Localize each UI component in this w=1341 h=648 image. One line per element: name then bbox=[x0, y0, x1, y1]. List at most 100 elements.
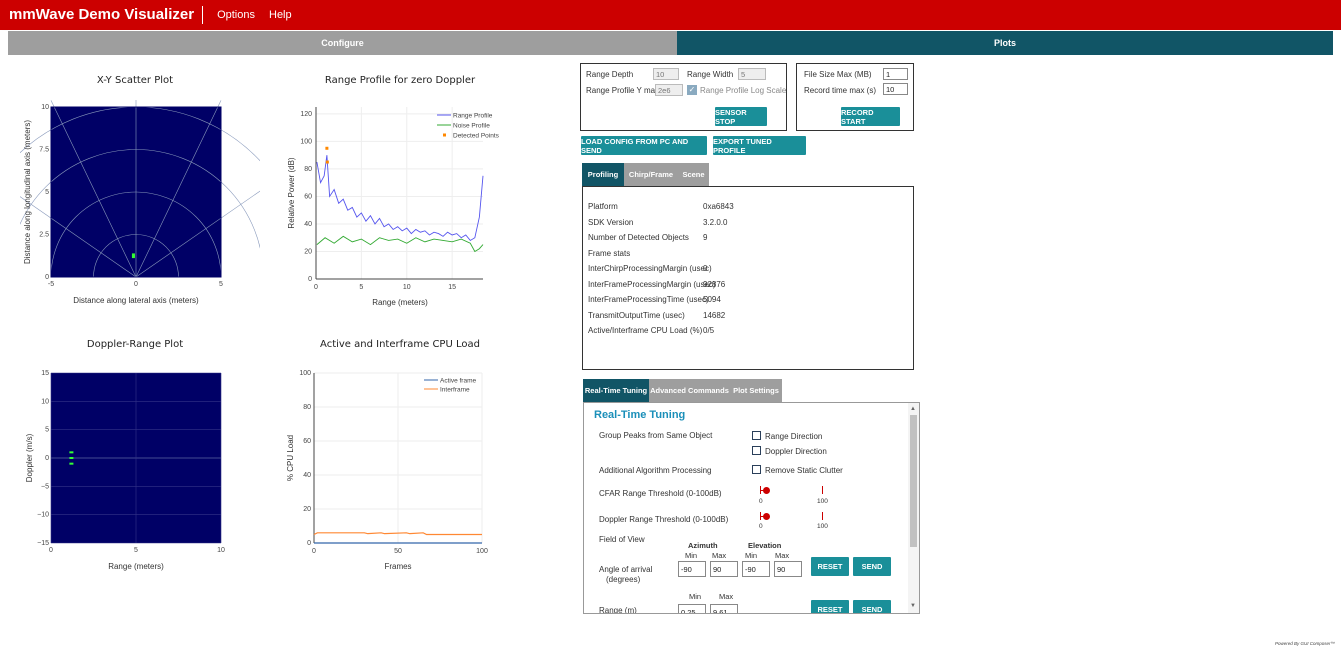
el-max-label: Max bbox=[775, 551, 790, 560]
fov-label: Field of View bbox=[599, 535, 645, 544]
profiling-row-value: 5094 bbox=[703, 295, 721, 304]
doppler-threshold-label: Doppler Range Threshold (0-100dB) bbox=[599, 515, 729, 524]
file-size-label: File Size Max (MB) bbox=[804, 70, 872, 79]
range-send-button[interactable]: SEND bbox=[853, 600, 891, 613]
log-scale-checkbox[interactable]: ✓ bbox=[687, 85, 697, 95]
el-max-input[interactable]: 90 bbox=[774, 561, 802, 577]
xy-y-tick: 2.5 bbox=[39, 232, 49, 239]
range-profile-ymax-input[interactable]: 2e6 bbox=[655, 84, 683, 96]
rp-y-tick: 20 bbox=[304, 248, 312, 255]
cpu-y-tick: 20 bbox=[303, 506, 311, 513]
remove-clutter-checkbox[interactable] bbox=[752, 465, 761, 474]
menu-help[interactable]: Help bbox=[269, 9, 292, 21]
range-max-input[interactable]: 9.61 bbox=[710, 604, 738, 613]
scroll-thumb[interactable] bbox=[910, 415, 917, 547]
range-max-label: Max bbox=[719, 592, 734, 601]
footer-credit: Powered By GUI Composer™ bbox=[1274, 641, 1335, 646]
tab-plots[interactable]: Plots bbox=[677, 31, 1333, 55]
cfar-slider[interactable] bbox=[760, 486, 823, 499]
cpu-y-tick: 60 bbox=[303, 438, 311, 445]
xy-y-tick: 7.5 bbox=[39, 147, 49, 154]
sensor-stop-button[interactable]: SENSOR STOP bbox=[715, 107, 767, 126]
cpu-y-tick: 100 bbox=[299, 370, 311, 377]
export-profile-button[interactable]: EXPORT TUNED PROFILE bbox=[713, 136, 806, 155]
tuning-heading: Real-Time Tuning bbox=[594, 409, 686, 421]
tab-real-time-tuning[interactable]: Real-Time Tuning bbox=[583, 379, 649, 402]
cpu-y-tick: 40 bbox=[303, 472, 311, 479]
rp-legend-label: Detected Points bbox=[453, 133, 500, 140]
xy-scatter-plot: -5 0 502.557.510 Distance along lateral ax… bbox=[20, 100, 260, 305]
range-reset-button[interactable]: RESET bbox=[811, 600, 849, 613]
rp-x-tick: 15 bbox=[448, 284, 456, 291]
dr-y-tick: −5 bbox=[41, 483, 49, 490]
top-bar: mmWave Demo Visualizer Options Help bbox=[0, 0, 1341, 30]
profiling-row-value: 92876 bbox=[703, 279, 726, 289]
angle-label-1: Angle of arrival bbox=[599, 565, 653, 574]
scroll-down-icon[interactable]: ▼ bbox=[910, 603, 916, 609]
angle-label-2: (degrees) bbox=[606, 575, 641, 584]
xy-y-tick: 5 bbox=[45, 189, 49, 196]
el-min-input[interactable]: -90 bbox=[742, 561, 770, 577]
dr-y-tick: 15 bbox=[41, 370, 49, 377]
elevation-label: Elevation bbox=[748, 541, 782, 550]
range-depth-label: Range Depth bbox=[586, 70, 634, 79]
profiling-row-label: InterFrameProcessingTime (usec) bbox=[588, 295, 709, 304]
range-direction-label: Range Direction bbox=[765, 432, 823, 441]
profiling-row-value: 14682 bbox=[703, 310, 726, 320]
record-time-input[interactable]: 10 bbox=[883, 83, 908, 95]
rp-x-tick: 10 bbox=[403, 284, 411, 291]
app-title: mmWave Demo Visualizer bbox=[0, 6, 204, 24]
rp-ylabel: Relative Power (dB) bbox=[287, 157, 296, 228]
cpu-y-tick: 0 bbox=[307, 540, 311, 547]
doppler-direction-label: Doppler Direction bbox=[765, 447, 827, 456]
range-profile-title: Range Profile for zero Doppler bbox=[324, 75, 476, 86]
doppler-slider[interactable] bbox=[760, 512, 823, 525]
az-max-label: Max bbox=[712, 551, 727, 560]
main-tabs: Configure Plots bbox=[8, 31, 1333, 55]
rp-xlabel: Range (meters) bbox=[372, 298, 428, 307]
az-min-label: Min bbox=[685, 551, 698, 560]
tab-profiling[interactable]: Profiling bbox=[582, 163, 624, 186]
range-min-input[interactable]: 0.25 bbox=[678, 604, 706, 613]
file-size-input[interactable]: 1 bbox=[883, 68, 908, 80]
range-profile-plot: 0 20 40 60 80 100 120 0 5 10 15 Range Profile Noise… bbox=[287, 107, 500, 307]
dr-x-tick: 0 bbox=[49, 547, 53, 554]
profiling-row-value: 0/5 bbox=[703, 326, 715, 335]
rp-detected-point bbox=[325, 146, 329, 150]
record-start-button[interactable]: RECORD START bbox=[841, 107, 900, 126]
tuning-scrollbar[interactable]: ▲ ▼ bbox=[908, 403, 919, 613]
rp-detected-point bbox=[325, 160, 329, 164]
dr-xlabel: Range (meters) bbox=[108, 562, 164, 571]
cfar-max-label: 100 bbox=[817, 498, 828, 505]
tab-chirp-frame[interactable]: Chirp/Frame bbox=[624, 163, 678, 186]
dr-y-tick: −15 bbox=[37, 540, 49, 547]
range-depth-input[interactable]: 10 bbox=[653, 68, 679, 80]
cpu-x-tick: 100 bbox=[476, 548, 488, 555]
angle-send-button[interactable]: SEND bbox=[853, 557, 891, 576]
profiling-panel: Platform 0xa6843 SDK Version 3.2.0.0 Number … bbox=[582, 186, 914, 370]
rp-y-tick: 0 bbox=[308, 276, 312, 283]
range-width-input[interactable]: 5 bbox=[738, 68, 766, 80]
range-direction-checkbox[interactable] bbox=[752, 431, 761, 440]
tab-configure[interactable]: Configure bbox=[8, 31, 677, 55]
doppler-direction-checkbox[interactable] bbox=[752, 446, 761, 455]
tab-advanced-commands[interactable]: Advanced Commands bbox=[649, 379, 730, 402]
rp-y-tick: 80 bbox=[304, 166, 312, 173]
profiling-row-label: Number of Detected Objects bbox=[588, 233, 689, 242]
az-min-input[interactable]: -90 bbox=[678, 561, 706, 577]
load-config-button[interactable]: LOAD CONFIG FROM PC AND SEND bbox=[581, 136, 707, 155]
profiling-row-value: 0 bbox=[703, 264, 708, 273]
az-max-input[interactable]: 90 bbox=[710, 561, 738, 577]
record-panel: File Size Max (MB) 1 Record time max (s)… bbox=[796, 63, 914, 131]
angle-reset-button[interactable]: RESET bbox=[811, 557, 849, 576]
profiling-row-label: InterChirpProcessingMargin (usec) bbox=[588, 264, 712, 273]
scroll-up-icon[interactable]: ▲ bbox=[910, 406, 916, 412]
xy-xlabel: Distance along lateral axis (meters) bbox=[73, 296, 199, 305]
xy-plot-title: X-Y Scatter Plot bbox=[96, 75, 174, 86]
dr-point bbox=[69, 462, 74, 465]
tab-plot-settings[interactable]: Plot Settings bbox=[730, 379, 782, 402]
sensor-settings-panel: Range Depth 10 Range Width 5 Range Profi… bbox=[580, 63, 787, 131]
tab-scene[interactable]: Scene bbox=[678, 163, 709, 186]
menu-options[interactable]: Options bbox=[217, 9, 255, 21]
cpu-xlabel: Frames bbox=[384, 562, 411, 571]
